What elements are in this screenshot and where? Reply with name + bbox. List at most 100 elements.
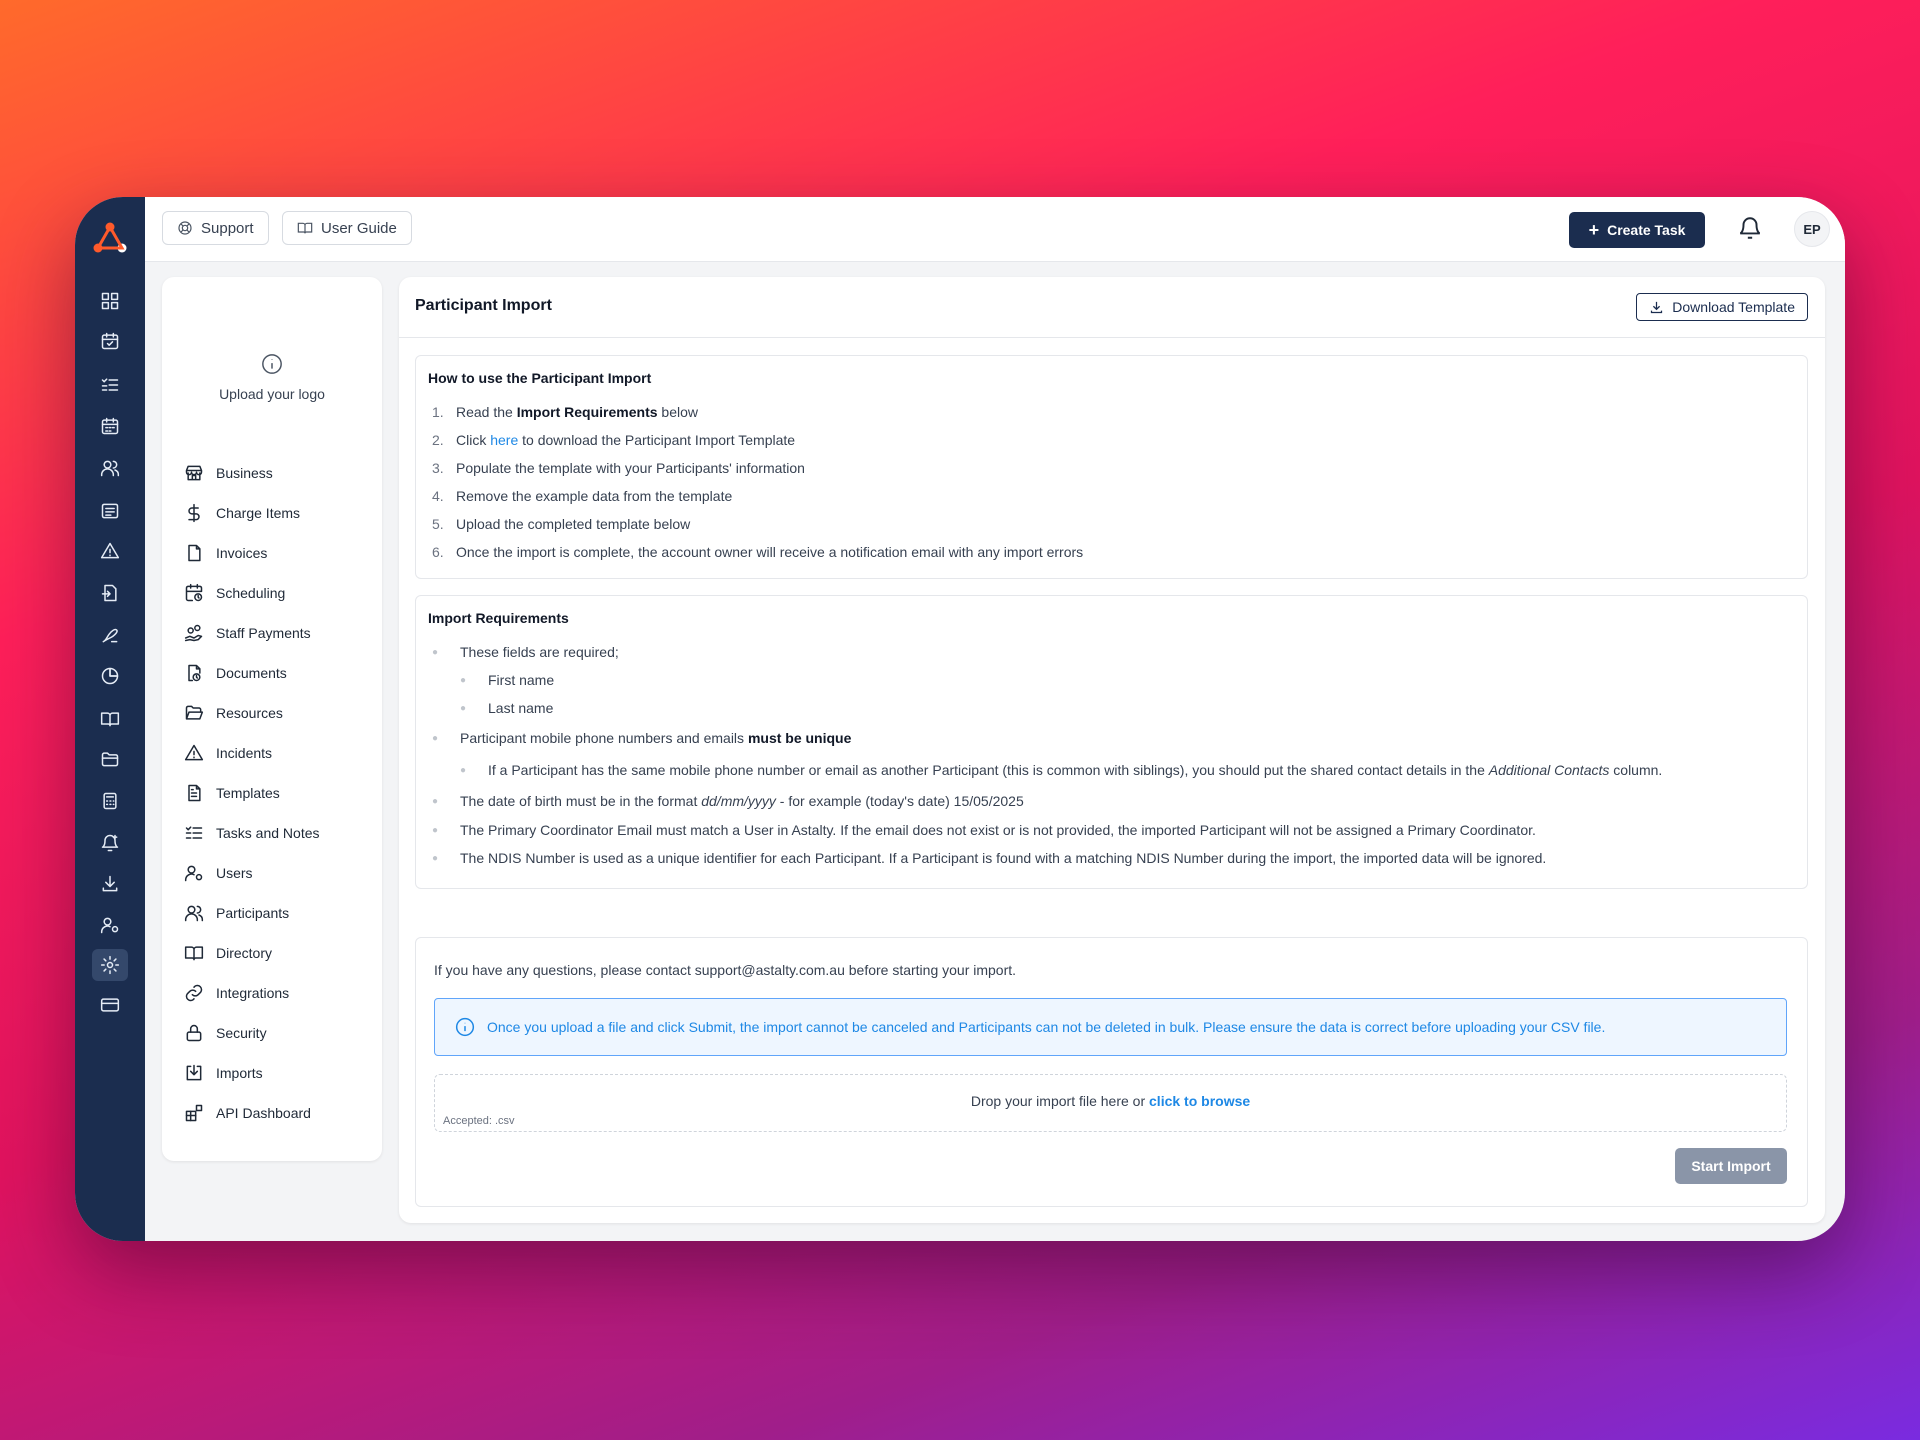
dashboard-icon[interactable] [92, 285, 128, 317]
book-open-icon [297, 222, 313, 234]
questions-text: If you have any questions, please contac… [434, 962, 1017, 978]
create-task-label: Create Task [1607, 222, 1686, 238]
settings-icon[interactable] [92, 949, 128, 981]
file-text-icon [188, 784, 201, 802]
book-icon[interactable] [92, 703, 128, 735]
calendar-icon[interactable] [92, 410, 128, 442]
sidebar-item-label: Incidents [216, 745, 273, 761]
howto-card: How to use the Participant Import 1. Read… [415, 355, 1808, 579]
list-item: 3. Populate the template with your Partic… [432, 460, 805, 476]
sidebar-item-label: Security [216, 1025, 267, 1041]
sidebar-item-tasks-and-notes[interactable]: Tasks and Notes [184, 813, 320, 853]
support-label: Support [201, 219, 254, 237]
calendar-check-icon[interactable] [92, 325, 128, 357]
download-icon[interactable] [92, 868, 128, 900]
sidebar-item-participants[interactable]: Participants [184, 893, 320, 933]
calculator-icon[interactable] [92, 785, 128, 817]
list-item: ● The NDIS Number is used as a unique ide… [432, 850, 1547, 866]
file-dropzone[interactable]: Drop your import file here or click to b… [434, 1074, 1787, 1132]
download-icon [1651, 301, 1663, 313]
app-window: Support User Guide + Create Task EP Uplo… [75, 197, 1845, 1241]
warning-text: Once you upload a file and click Submit,… [487, 1019, 1606, 1035]
upload-logo-label: Upload your logo [219, 386, 325, 402]
task-list-icon[interactable] [92, 369, 128, 401]
sidebar-item-integrations[interactable]: Integrations [184, 973, 320, 1013]
api-icon [185, 1104, 203, 1122]
download-template-button[interactable]: Download Template [1636, 293, 1808, 321]
info-icon [262, 354, 282, 374]
warning-icon [184, 744, 204, 761]
here-link[interactable]: here [490, 432, 518, 448]
import-icon [186, 1064, 202, 1081]
warning-alert: Once you upload a file and click Submit,… [434, 998, 1787, 1056]
sidebar-item-invoices[interactable]: Invoices [184, 533, 320, 573]
support-button[interactable]: Support [162, 211, 269, 245]
avatar[interactable]: EP [1794, 211, 1830, 247]
list-item: 6. Once the import is complete, the accou… [432, 544, 1084, 560]
plus-icon: + [1588, 220, 1600, 240]
pie-chart-icon[interactable] [92, 660, 128, 692]
bell-icon [1739, 217, 1761, 239]
sidebar-item-security[interactable]: Security [184, 1013, 320, 1053]
sidebar-item-label: Templates [216, 785, 280, 801]
people-icon[interactable] [92, 452, 128, 484]
user-gear-icon[interactable] [92, 909, 128, 941]
start-import-button[interactable]: Start Import [1675, 1148, 1787, 1184]
create-task-button[interactable]: + Create Task [1569, 212, 1705, 248]
sidebar-item-imports[interactable]: Imports [184, 1053, 320, 1093]
list-item: 1. Read the Import Requirements below [432, 404, 698, 420]
sidebar-item-label: Scheduling [216, 585, 286, 601]
info-icon [455, 1017, 475, 1037]
alert-icon[interactable] [92, 535, 128, 567]
link-icon [185, 984, 203, 1002]
sidebar-item-business[interactable]: Business [184, 453, 320, 493]
upload-logo[interactable]: Upload your logo [162, 353, 382, 402]
sidebar-item-api-dashboard[interactable]: API Dashboard [184, 1093, 320, 1133]
dollar-icon [188, 503, 200, 523]
sidebar-item-resources[interactable]: Resources [184, 693, 320, 733]
folder-icon[interactable] [92, 743, 128, 775]
users-icon [184, 905, 204, 922]
form-icon[interactable] [92, 495, 128, 527]
settings-nav: Business Charge Items Invoices Schedulin… [184, 453, 320, 1133]
sidebar-item-templates[interactable]: Templates [184, 773, 320, 813]
notifications-button[interactable] [1737, 215, 1765, 243]
list-item: ● The Primary Coordinator Email must matc… [432, 822, 1536, 838]
sidebar-item-staff-payments[interactable]: Staff Payments [184, 613, 320, 653]
list-item: ● The date of birth must be in the format… [432, 793, 1024, 809]
dropzone-text: Drop your import file here or click to b… [970, 1093, 1251, 1109]
main-panel: Participant Import Download Template How… [399, 277, 1825, 1223]
list-item: ● If a Participant has the same mobile ph… [460, 762, 1663, 778]
list-item: ● First name [460, 672, 555, 688]
app-logo[interactable] [89, 217, 131, 257]
sidebar-item-label: Imports [216, 1065, 263, 1081]
sidebar-item-documents[interactable]: Documents [184, 653, 320, 693]
sidebar-item-label: Users [216, 865, 253, 881]
sidebar-item-charge-items[interactable]: Charge Items [184, 493, 320, 533]
signature-icon[interactable] [92, 619, 128, 651]
sidebar-item-label: Tasks and Notes [216, 825, 320, 841]
list-item: 5. Upload the completed template below [432, 516, 691, 532]
user-guide-label: User Guide [321, 219, 397, 237]
sidebar-item-incidents[interactable]: Incidents [184, 733, 320, 773]
sidebar-item-scheduling[interactable]: Scheduling [184, 573, 320, 613]
sidebar-item-label: Invoices [216, 545, 268, 561]
sidebar-item-label: Integrations [216, 985, 290, 1001]
file-icon [188, 544, 201, 562]
sidebar-item-users[interactable]: Users [184, 853, 320, 893]
folder-open-icon [185, 705, 204, 720]
settings-sidebar: Upload your logo Business Charge Items I… [162, 277, 382, 1161]
requirements-title: Import Requirements [428, 610, 569, 626]
howto-steps: 1. Read the Import Requirements below 2. C… [432, 398, 1083, 566]
file-import-icon[interactable] [92, 577, 128, 609]
sidebar-item-label: Documents [216, 665, 287, 681]
bell-plus-icon[interactable] [92, 827, 128, 859]
card-icon[interactable] [92, 989, 128, 1021]
user-guide-button[interactable]: User Guide [282, 211, 412, 245]
list-item: ● Participant mobile phone numbers and em… [432, 730, 852, 746]
sidebar-item-label: Charge Items [216, 505, 301, 521]
howto-title: How to use the Participant Import [428, 370, 652, 386]
sidebar-item-directory[interactable]: Directory [184, 933, 320, 973]
browse-link[interactable]: click to browse [1149, 1093, 1250, 1109]
sidebar-item-label: Staff Payments [216, 625, 311, 641]
